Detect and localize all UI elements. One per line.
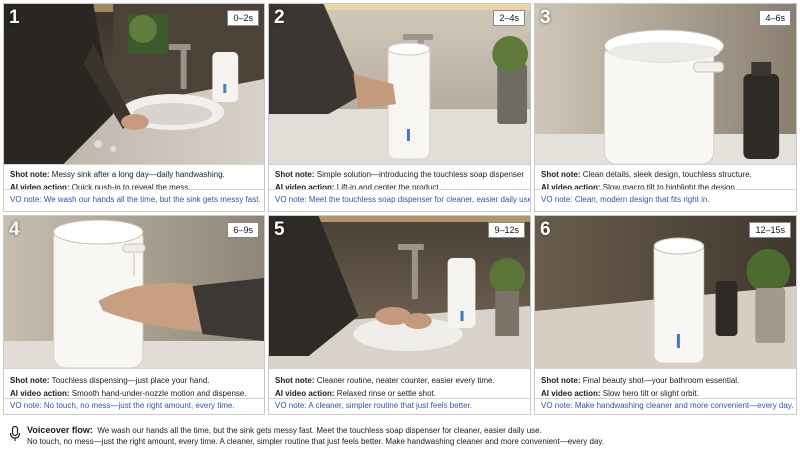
shot-notes: Shot note: Messy sink after a long day—d…: [4, 164, 264, 192]
shot-card-1: 1 0–2s Shot note: Messy sink after a lon…: [3, 3, 265, 212]
shot-number: 1: [9, 7, 20, 28]
shot-card-6: 6 12–15s Shot note: Final beauty shot—yo…: [534, 215, 797, 415]
voiceover-text-1: We wash our hands all the time, but the …: [97, 426, 542, 435]
shot-notes: Shot note: Simple solution—introducing t…: [269, 164, 530, 192]
microphone-icon: [9, 426, 21, 441]
shot-card-4: 4 6–9s Shot note: Touchless dispensing—j…: [3, 215, 265, 415]
shot-note-line: Shot note: Final beauty shot—your bathro…: [541, 374, 790, 387]
shot-note-label: Shot note:: [275, 376, 315, 385]
time-badge: 12–15s: [749, 222, 791, 238]
ai-action-label: AI video action:: [275, 389, 335, 398]
shot-note-text: Simple solution—introducing the touchles…: [316, 170, 524, 179]
shot-5-image: [269, 216, 530, 368]
shot-notes: Shot note: Cleaner routine, neater count…: [269, 368, 530, 400]
voiceover-title: Voiceover flow:: [27, 425, 93, 435]
shot-1-image: [4, 4, 264, 164]
shot-note-text: Touchless dispensing—just place your han…: [51, 376, 210, 385]
shot-6-image: [535, 216, 796, 368]
vo-text: No touch, no mess—just the right amount,…: [43, 401, 235, 410]
vo-label: VO note:: [275, 401, 307, 410]
vo-text: Make handwashing cleaner and more conven…: [574, 401, 794, 410]
vo-label: VO note:: [541, 401, 573, 410]
vo-note: VO note: A cleaner, simpler routine that…: [269, 398, 530, 414]
time-badge: 0–2s: [227, 10, 259, 26]
vo-note: VO note: Make handwashing cleaner and mo…: [535, 398, 796, 414]
shot-note-line: Shot note: Messy sink after a long day—d…: [10, 168, 258, 181]
shot-number: 3: [540, 7, 551, 28]
vo-note: VO note: Clean, modern design that fits …: [535, 189, 796, 211]
vo-note: VO note: No touch, no mess—just the righ…: [4, 398, 264, 414]
shot-note-label: Shot note:: [541, 376, 581, 385]
vo-text: Clean, modern design that fits right in.: [574, 195, 710, 204]
vo-note: VO note: We wash our hands all the time,…: [4, 189, 264, 211]
shot-note-label: Shot note:: [10, 376, 50, 385]
storyboard-grid: 1 0–2s Shot note: Messy sink after a lon…: [3, 3, 797, 415]
voiceover-line-2: No touch, no mess—just the right amount,…: [27, 437, 605, 446]
shot-note-line: Shot note: Simple solution—introducing t…: [275, 168, 524, 181]
shot-4-image: [4, 216, 264, 368]
shot-note-label: Shot note:: [275, 170, 315, 179]
shot-note-text: Final beauty shot—your bathroom essentia…: [582, 376, 740, 385]
time-badge: 2–4s: [493, 10, 525, 26]
shot-note-text: Cleaner routine, neater counter, easier …: [316, 376, 495, 385]
shot-number: 5: [274, 219, 285, 240]
shot-notes: Shot note: Touchless dispensing—just pla…: [4, 368, 264, 400]
vo-note: VO note: Meet the touchless soap dispens…: [269, 189, 530, 211]
shot-number: 6: [540, 219, 551, 240]
shot-note-label: Shot note:: [10, 170, 50, 179]
ai-action-label: AI video action:: [541, 389, 601, 398]
shot-card-5: 5 9–12s Shot note: Cleaner routine, neat…: [268, 215, 531, 415]
shot-note-line: Shot note: Cleaner routine, neater count…: [275, 374, 524, 387]
vo-label: VO note:: [275, 195, 307, 204]
shot-3-image: [535, 4, 796, 164]
vo-label: VO note:: [541, 195, 573, 204]
ai-action-text: Relaxed rinse or settle shot.: [336, 389, 436, 398]
voiceover-footer: Voiceover flow: We wash our hands all th…: [0, 420, 800, 450]
voiceover-line-1: Voiceover flow: We wash our hands all th…: [27, 425, 542, 435]
shot-note-text: Clean details, sleek design, touchless s…: [582, 170, 752, 179]
time-badge: 4–6s: [759, 10, 791, 26]
shot-number: 4: [9, 219, 20, 240]
shot-number: 2: [274, 7, 285, 28]
ai-action-label: AI video action:: [10, 389, 70, 398]
shot-notes: Shot note: Final beauty shot—your bathro…: [535, 368, 796, 400]
time-badge: 6–9s: [227, 222, 259, 238]
vo-text: We wash our hands all the time, but the …: [43, 195, 261, 204]
shot-note-line: Shot note: Clean details, sleek design, …: [541, 168, 790, 181]
shot-card-2: 2 2–4s Shot note: Simple solution—introd…: [268, 3, 531, 212]
shot-note-text: Messy sink after a long day—daily handwa…: [51, 170, 225, 179]
time-badge: 9–12s: [488, 222, 525, 238]
ai-action-text: Slow hero tilt or slight orbit.: [602, 389, 699, 398]
vo-text: Meet the touchless soap dispenser for cl…: [308, 195, 530, 204]
shot-2-image: [269, 4, 530, 164]
vo-label: VO note:: [10, 195, 42, 204]
shot-note-label: Shot note:: [541, 170, 581, 179]
ai-action-text: Smooth hand-under-nozzle motion and disp…: [71, 389, 247, 398]
shot-notes: Shot note: Clean details, sleek design, …: [535, 164, 796, 192]
vo-label: VO note:: [10, 401, 42, 410]
shot-card-3: 3 4–6s Shot note: Clean details, sleek d…: [534, 3, 797, 212]
shot-note-line: Shot note: Touchless dispensing—just pla…: [10, 374, 258, 387]
vo-text: A cleaner, simpler routine that just fee…: [308, 401, 473, 410]
